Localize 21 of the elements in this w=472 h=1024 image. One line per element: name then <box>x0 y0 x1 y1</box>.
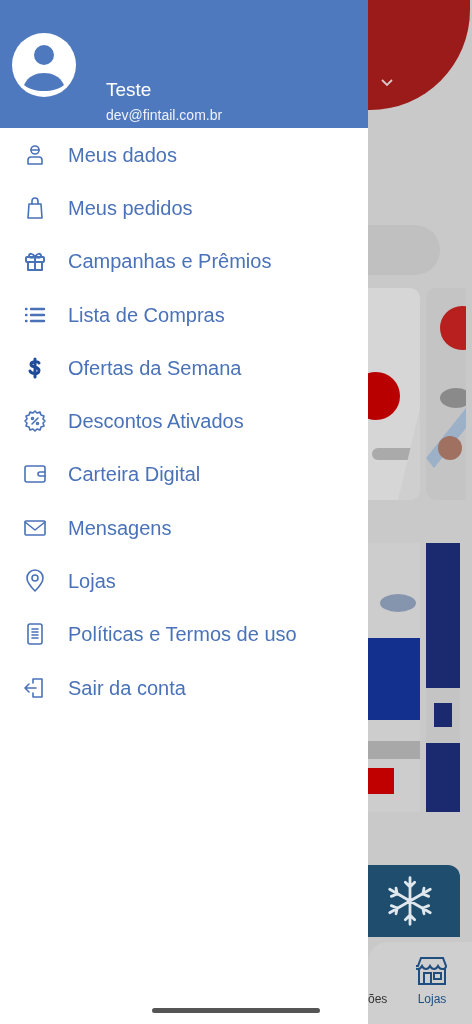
store-icon <box>416 956 448 986</box>
menu-item[interactable]: Meus pedidos <box>0 181 368 235</box>
tab-item[interactable]: Lojas <box>412 956 452 1008</box>
menu-item[interactable]: Carteira Digital <box>0 447 368 502</box>
discount-badge-icon <box>23 409 47 434</box>
menu-item[interactable]: Descontos Ativados <box>0 394 368 448</box>
user-name: Teste <box>106 78 153 102</box>
avatar-icon <box>12 33 76 97</box>
menu-item[interactable]: Políticas e Termos de uso <box>0 607 368 661</box>
menu-item[interactable]: Campanhas e Prêmios <box>0 234 368 288</box>
category-card[interactable] <box>368 865 460 937</box>
menu-item[interactable]: Lista de Compras <box>0 287 368 342</box>
user-email: dev@fintail.com.br <box>106 106 223 124</box>
menu-item[interactable]: Meus dados <box>0 128 368 182</box>
tab-item[interactable]: ões <box>368 990 412 1008</box>
menu-item[interactable]: Ofertas da Semana <box>0 341 368 395</box>
location-pin-icon <box>23 569 47 593</box>
menu-item[interactable]: Mensagens <box>0 501 368 555</box>
menu-item[interactable]: Lojas <box>0 554 368 608</box>
menu-item[interactable]: Sair da conta <box>0 660 368 715</box>
chevron-down-icon <box>380 78 394 88</box>
